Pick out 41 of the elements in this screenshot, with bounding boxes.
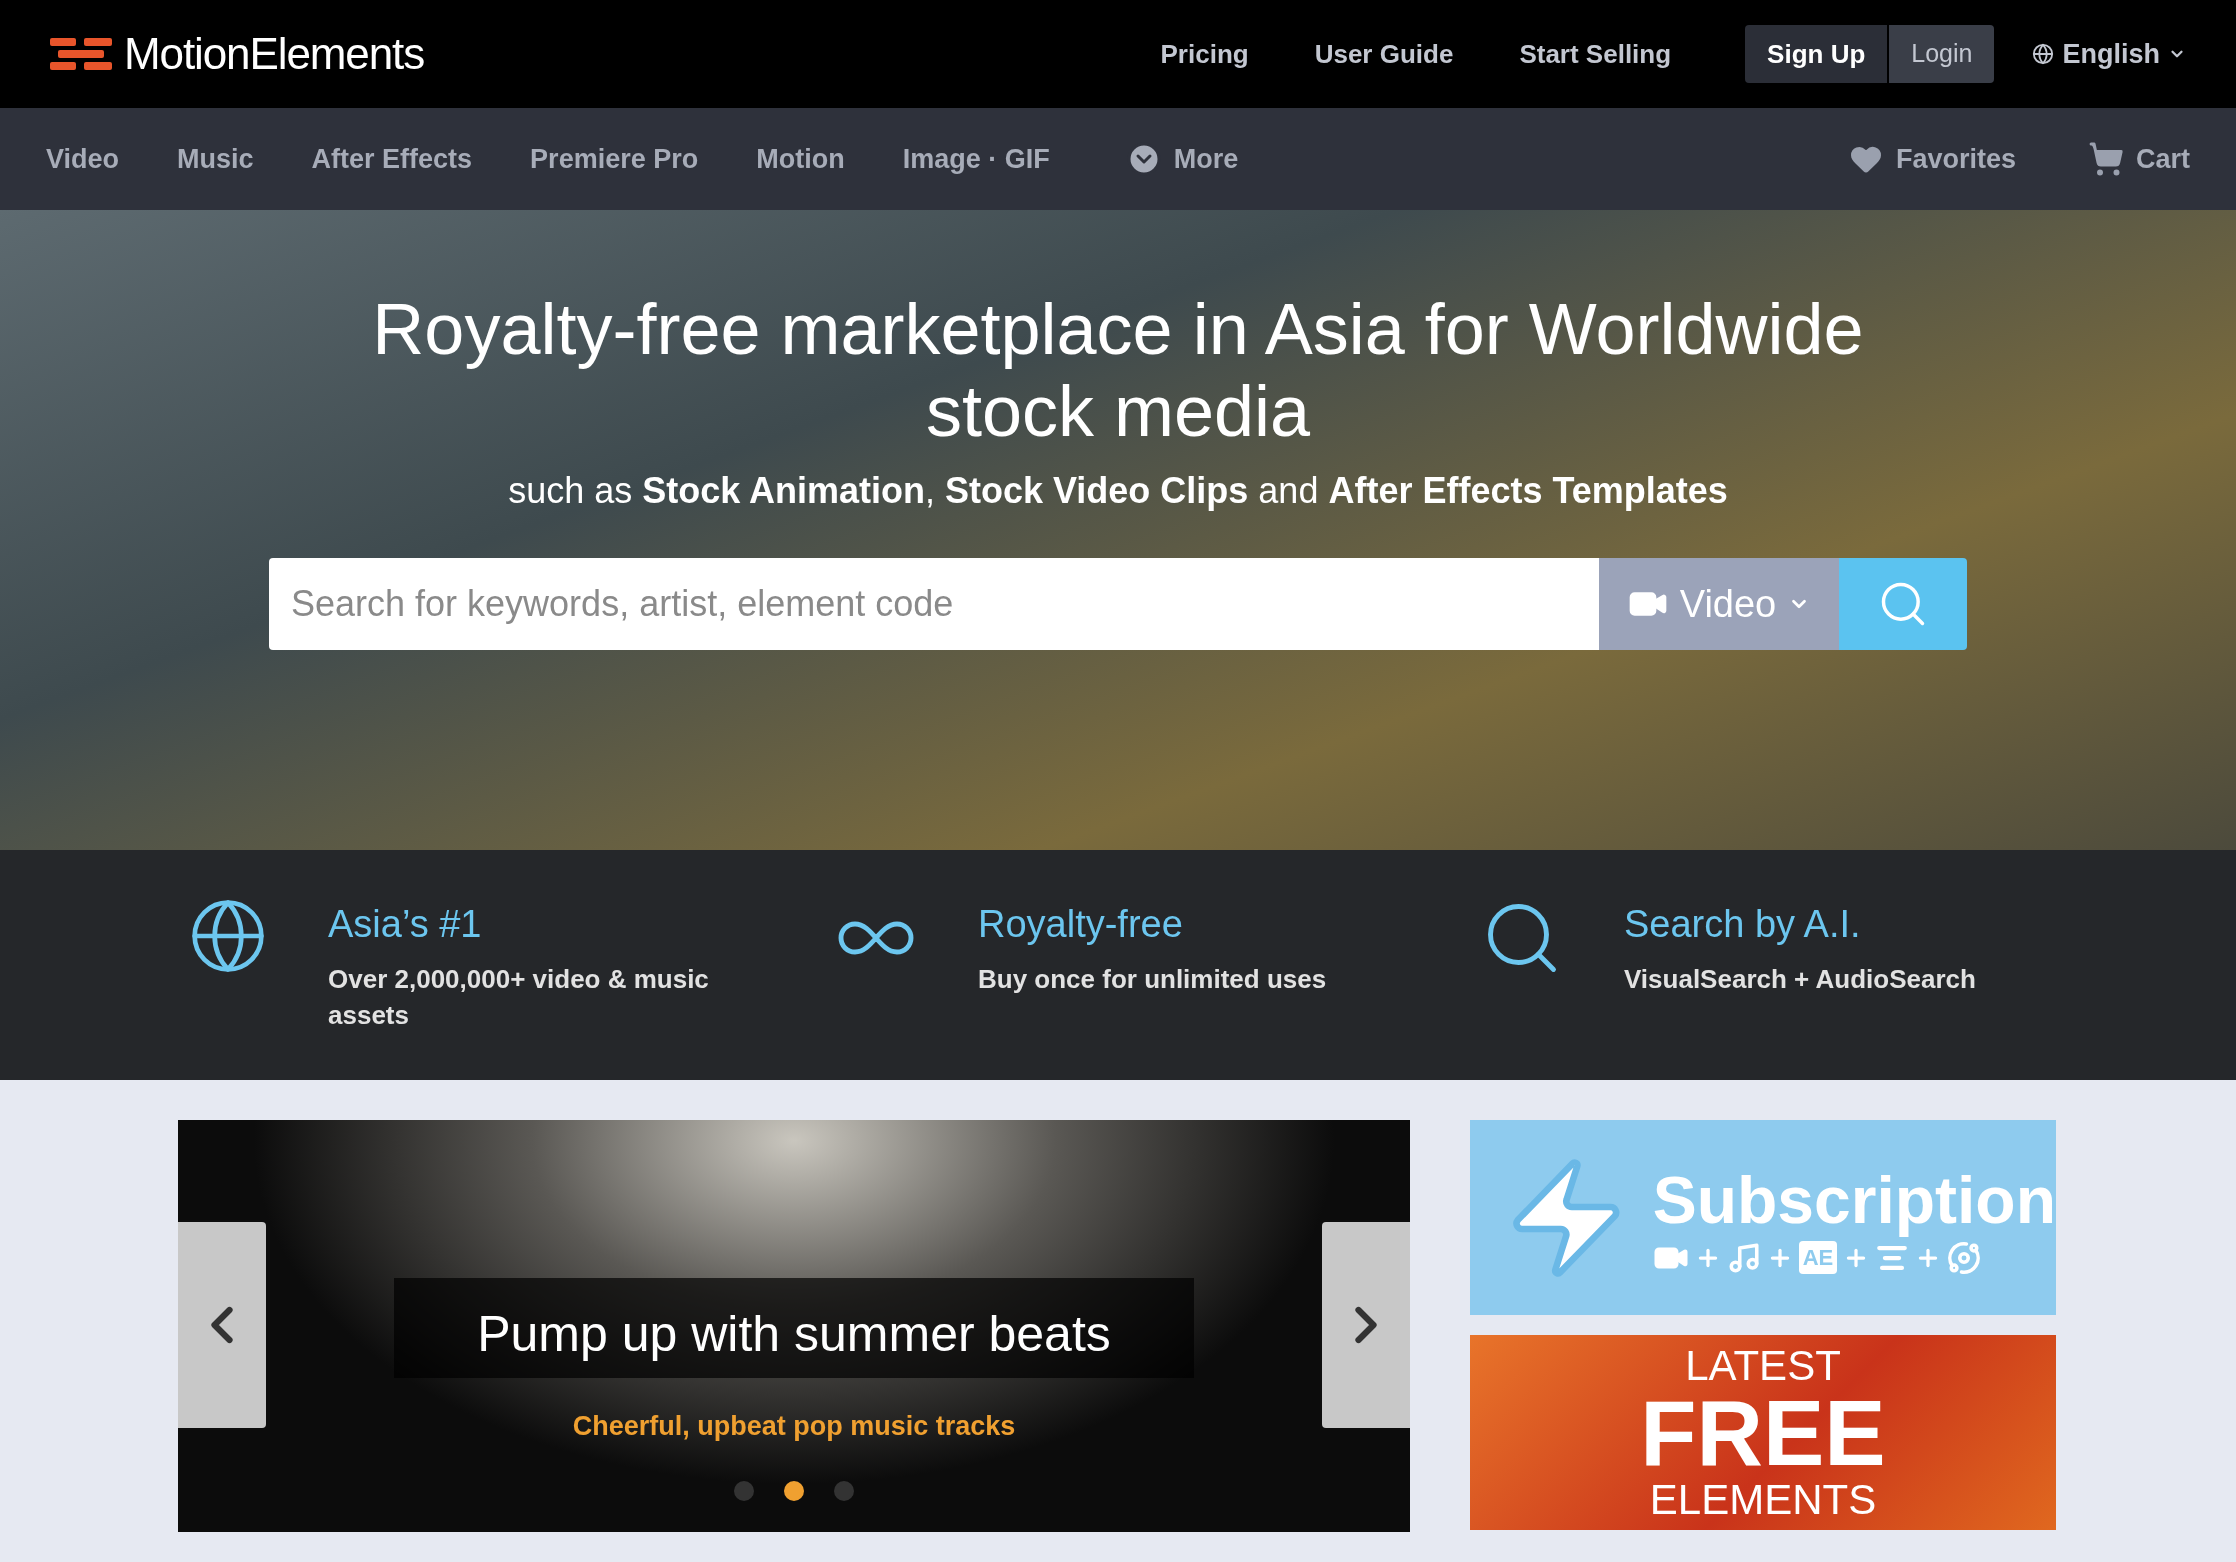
login-button[interactable]: Login bbox=[1889, 25, 1995, 83]
banner-text: ELEMENTS bbox=[1649, 1476, 1877, 1523]
category-link[interactable]: Premiere Pro bbox=[530, 138, 699, 180]
feature-description: Over 2,000,000+ video & music assets bbox=[328, 963, 710, 1032]
nav-link[interactable]: Cart bbox=[2088, 138, 2190, 180]
category-link[interactable]: Music bbox=[177, 138, 254, 180]
next-button[interactable] bbox=[1322, 1222, 1410, 1428]
feature-title: Asia’s #1 bbox=[328, 902, 483, 947]
feature-title: Royalty-free bbox=[978, 902, 1184, 947]
header-link[interactable]: Pricing bbox=[1160, 34, 1249, 74]
feature-description: VisualSearch + AudioSearch bbox=[1624, 963, 1976, 996]
hero-title: Royalty-free marketplace in Asia for Worldwide stock media bbox=[371, 288, 1865, 452]
logo-icon bbox=[50, 36, 112, 72]
feature-title: Search by A.I. bbox=[1624, 902, 1862, 947]
banner-text: FREE bbox=[1640, 1388, 1886, 1477]
search-field[interactable]: Search for keywords, artist, element code bbox=[269, 558, 1599, 650]
banner-text: LATEST bbox=[1685, 1342, 1841, 1389]
language-selector[interactable]: English bbox=[2032, 33, 2186, 75]
sign-up-button[interactable]: Sign Up bbox=[1745, 25, 1888, 83]
slide-title: Pump up with summer beats bbox=[477, 1305, 1111, 1364]
more-menu[interactable]: More bbox=[1125, 138, 1239, 180]
banner-title: Subscription bbox=[1652, 1161, 2056, 1239]
globe-icon bbox=[2032, 43, 2055, 65]
header-link[interactable]: Start Selling bbox=[1519, 34, 1672, 74]
search-button[interactable] bbox=[1839, 558, 1967, 650]
header-link[interactable]: User Guide bbox=[1314, 34, 1454, 74]
feature-description: Buy once for unlimited uses bbox=[978, 963, 1327, 996]
logo-text: MotionElements bbox=[124, 28, 425, 80]
free-elements-banner[interactable]: LATEST FREE ELEMENTS bbox=[1470, 1335, 2056, 1530]
slide-subtitle: Cheerful, upbeat pop music tracks bbox=[572, 1410, 1016, 1443]
ae-badge: AE bbox=[1798, 1241, 1838, 1274]
category-link[interactable]: Image · GIF bbox=[902, 138, 1050, 180]
music-note-icon bbox=[1726, 1240, 1761, 1275]
orbit-icon bbox=[1947, 1240, 1982, 1275]
previous-button[interactable] bbox=[178, 1222, 266, 1428]
hero-subtitle: such as Stock Animation, Stock Video Clips and After Effects Templates bbox=[508, 469, 1728, 513]
category-link[interactable]: Motion bbox=[756, 138, 845, 180]
category-link[interactable]: After Effects bbox=[311, 138, 473, 180]
cart-icon bbox=[2088, 141, 2124, 177]
nav-link[interactable]: Favorites bbox=[1847, 138, 2016, 180]
category-link[interactable]: Video bbox=[46, 138, 120, 180]
